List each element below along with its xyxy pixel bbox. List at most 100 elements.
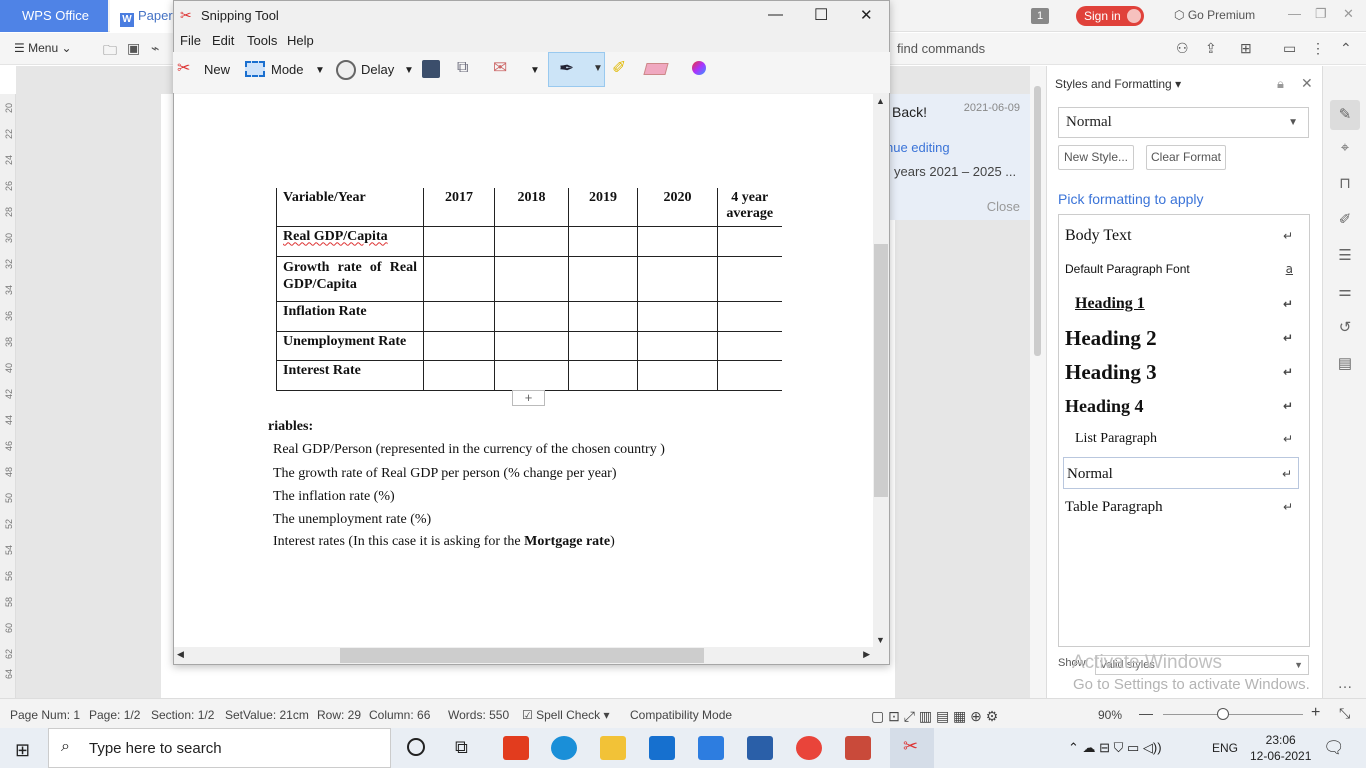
delay-clock-icon[interactable] <box>336 60 356 80</box>
status-page[interactable]: Page: 1/2 <box>89 708 140 722</box>
outline-icon[interactable]: ☰ <box>1335 246 1355 266</box>
document-scrollbar[interactable] <box>1030 66 1046 698</box>
view-mode-icons[interactable]: ▢ ⊡ ⤢ ▥ ▤ ▦ ⊕ ⚙ <box>871 708 998 725</box>
snip-horizontal-scrollbar[interactable]: ◀ ▶ <box>174 647 873 664</box>
language-indicator[interactable]: ENG <box>1212 741 1238 755</box>
sign-in-button[interactable]: Sign in <box>1076 6 1144 26</box>
style-item-default-paragraph-font[interactable]: Default Paragraph Font a <box>1065 253 1299 285</box>
window-count-badge[interactable]: 1 <box>1031 8 1049 24</box>
notice-close-button[interactable]: Close <box>987 199 1020 214</box>
open-folder-icon[interactable]: 🗀 <box>103 40 119 58</box>
insert-icon[interactable]: ⊞ <box>1240 40 1256 56</box>
new-snip-button[interactable]: New <box>204 62 230 77</box>
history-icon[interactable]: ↺ <box>1335 318 1355 338</box>
mode-button[interactable]: Mode <box>271 62 304 77</box>
document-icon[interactable]: ▤ <box>1335 354 1355 374</box>
photos-icon[interactable] <box>747 736 773 760</box>
task-view-icon[interactable]: ⧉ <box>455 737 468 758</box>
styles-pen-icon[interactable]: ✎ <box>1330 100 1360 130</box>
find-commands-input[interactable]: find commands <box>897 41 985 56</box>
delay-dropdown-icon[interactable]: ▼ <box>404 65 414 76</box>
style-item-table-paragraph[interactable]: Table Paragraph ↵ <box>1065 491 1299 523</box>
export-icon[interactable]: ⇪ <box>1205 40 1221 56</box>
style-item-heading-3[interactable]: Heading 3 ↵ <box>1065 356 1299 388</box>
office-icon[interactable] <box>503 736 529 760</box>
snip-close-icon[interactable]: ✕ <box>860 6 873 24</box>
wps-minimize-icon[interactable]: — <box>1288 6 1301 21</box>
pen-tool-button[interactable]: ✒ ▼ <box>548 52 605 87</box>
continue-editing-link[interactable]: nue editing <box>886 140 950 155</box>
cursor-icon[interactable]: ⌖ <box>1335 138 1355 158</box>
settings-sliders-icon[interactable]: ⚌ <box>1335 282 1355 302</box>
paint3d-icon[interactable] <box>692 61 706 75</box>
snip-maximize-icon[interactable]: ☐ <box>814 5 828 25</box>
lock-icon[interactable]: 🔒︎ <box>1277 76 1284 92</box>
close-pane-icon[interactable]: ✕ <box>1301 75 1313 92</box>
snip-minimize-icon[interactable]: — <box>768 6 783 23</box>
style-item-heading-2[interactable]: Heading 2 ↵ <box>1065 322 1299 354</box>
zoom-slider[interactable] <box>1163 714 1303 715</box>
edge-icon[interactable] <box>551 736 577 760</box>
chrome-icon[interactable] <box>796 736 822 760</box>
style-list[interactable]: Body Text ↵ Default Paragraph Font a Headi… <box>1058 214 1310 647</box>
current-style-select[interactable]: Normal ▼ <box>1058 107 1309 138</box>
scrollbar-thumb[interactable] <box>1034 86 1041 356</box>
notifications-icon[interactable]: 🗨︎ <box>1323 738 1345 758</box>
mail-icon[interactable] <box>649 736 675 760</box>
send-dropdown-icon[interactable]: ▼ <box>530 65 540 76</box>
comment-icon[interactable]: ▭ <box>1283 40 1299 56</box>
wps-home-tab[interactable]: WPS Office <box>0 0 108 32</box>
cortana-icon[interactable] <box>407 738 425 756</box>
fullscreen-icon[interactable]: ⤡ <box>1339 705 1350 722</box>
zoom-out-icon[interactable]: — <box>1139 705 1153 721</box>
file-explorer-icon[interactable] <box>600 736 626 760</box>
style-item-body-text[interactable]: Body Text ↵ <box>1065 220 1299 252</box>
scroll-down-icon[interactable]: ▼ <box>876 635 885 645</box>
scroll-up-icon[interactable]: ▲ <box>876 96 885 106</box>
mode-icon[interactable] <box>245 61 265 77</box>
collapse-ribbon-icon[interactable]: ⌃ <box>1340 40 1356 56</box>
save-snip-icon[interactable] <box>422 60 440 78</box>
taskbar-search[interactable]: ⌕ Type here to search <box>48 728 391 768</box>
scroll-left-icon[interactable]: ◀ <box>177 649 184 660</box>
style-item-list-paragraph[interactable]: List Paragraph ↵ <box>1065 423 1299 455</box>
new-snip-icon[interactable]: ✂ <box>177 58 190 78</box>
save-icon[interactable]: ▣ <box>127 40 143 56</box>
taskbar-clock[interactable]: 23:06 12-06-2021 <box>1250 732 1311 764</box>
format-painter-icon[interactable]: ⌁ <box>151 40 167 56</box>
clear-format-button[interactable]: Clear Format <box>1146 145 1226 170</box>
highlighter-icon[interactable]: ✐ <box>612 58 626 78</box>
style-item-heading-4[interactable]: Heading 4 ↵ <box>1065 390 1299 422</box>
style-item-heading-1[interactable]: Heading 1 ↵ <box>1065 288 1299 320</box>
lock-icon[interactable]: ⊓ <box>1335 174 1355 194</box>
snip-vertical-scrollbar[interactable]: ▲ ▼ <box>873 94 889 647</box>
zoom-slider-handle[interactable] <box>1217 708 1229 720</box>
more-dots-icon[interactable]: … <box>1335 674 1355 694</box>
wps-writer-icon[interactable] <box>698 736 724 760</box>
zoom-in-icon[interactable]: + <box>1311 704 1320 722</box>
new-style-button[interactable]: New Style... <box>1058 145 1134 170</box>
eraser-icon[interactable] <box>643 63 669 75</box>
edit-doc-icon[interactable]: ✐ <box>1335 210 1355 230</box>
send-snip-icon[interactable]: ✉ <box>493 58 507 78</box>
document-tab[interactable]: W Paper <box>110 0 174 32</box>
share-user-icon[interactable]: ⚇ <box>1176 40 1192 56</box>
mode-dropdown-icon[interactable]: ▼ <box>315 65 325 76</box>
tray-icons[interactable]: ⌃ ☁ ⊟ ⛉ ▭ ◁)) <box>1068 740 1162 756</box>
spell-check-button[interactable]: ☑ Spell Check ▾ <box>522 708 610 722</box>
scrollbar-thumb[interactable] <box>874 244 888 497</box>
go-premium-button[interactable]: ⬡ Go Premium <box>1174 8 1255 22</box>
menu-button[interactable]: ☰ Menu ⌄ <box>14 41 72 55</box>
snipping-tool-taskbar-button[interactable]: ✂ <box>890 728 934 768</box>
windows-start-icon[interactable]: ⊞ <box>15 740 30 761</box>
zoom-level[interactable]: 90% <box>1098 708 1122 722</box>
wps-restore-icon[interactable]: ❐ <box>1315 6 1327 22</box>
scrollbar-thumb[interactable] <box>340 648 704 663</box>
copy-icon[interactable]: ⧉ <box>457 59 468 77</box>
styles-pane-title[interactable]: Styles and Formatting ▾ <box>1055 77 1181 91</box>
menu-help[interactable]: Help <box>287 33 314 48</box>
style-item-normal[interactable]: Normal ↵ <box>1063 457 1299 489</box>
menu-file[interactable]: File <box>180 33 201 48</box>
wps-office-icon[interactable] <box>845 736 871 760</box>
scroll-right-icon[interactable]: ▶ <box>863 649 870 660</box>
